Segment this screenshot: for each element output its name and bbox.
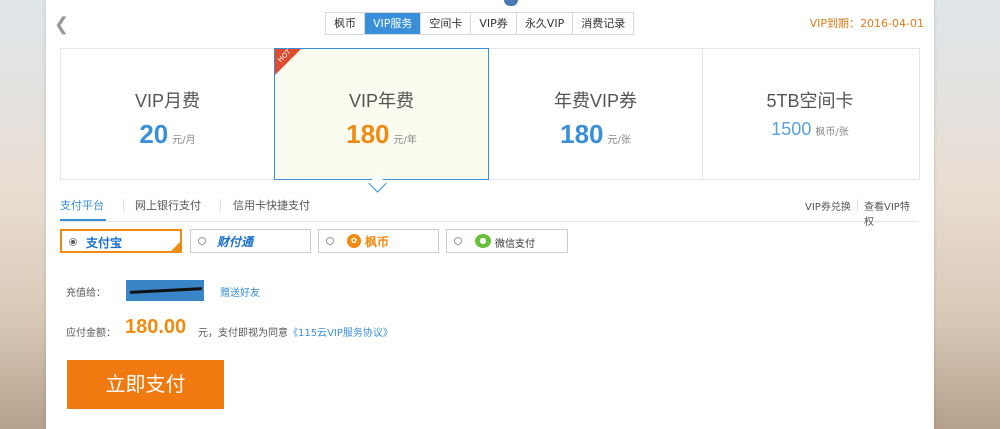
amount-value: 180.00 <box>125 316 187 338</box>
pay-now-button[interactable]: 立即支付 <box>67 360 224 409</box>
vip-expire-info: VIP到期：2016-04-01 <box>810 15 924 31</box>
maple-leaf-icon: ✿ <box>347 234 361 248</box>
product-name: VIP年费 <box>348 91 414 111</box>
tab-maple-coin[interactable]: 枫币 <box>326 13 365 34</box>
method-alipay[interactable]: 支付宝 <box>60 229 182 253</box>
amount-suffix: 元，支付即视为同意 <box>198 328 288 339</box>
radio-button[interactable] <box>69 238 77 246</box>
product-price: 180 <box>560 119 604 149</box>
amount-note: 元，支付即视为同意《115云VIP服务协议》 <box>198 324 393 339</box>
product-name: 年费VIP券 <box>553 91 637 111</box>
selected-corner-icon <box>171 242 180 251</box>
method-tenpay[interactable]: 财付通 <box>190 229 311 253</box>
product-unit: 元/年 <box>393 135 417 146</box>
wechat-icon: ● <box>475 234 491 248</box>
tenpay-logo: 财付通 <box>217 235 254 249</box>
product-vip-yearly[interactable]: HOT VIP年费 180 元/年 <box>274 48 489 180</box>
alipay-logo: 支付宝 <box>86 236 123 250</box>
tab-credit-card[interactable]: 信用卡快捷支付 <box>233 197 310 213</box>
watermark-url: jingyan.baidu.com <box>766 390 855 402</box>
divider <box>857 199 858 211</box>
product-price: 1500 <box>771 119 812 139</box>
tab-vip-coupon[interactable]: VIP券 <box>471 13 517 34</box>
tab-space-card[interactable]: 空间卡 <box>421 13 472 34</box>
active-tab-underline <box>60 219 106 221</box>
product-unit: 元/张 <box>607 135 631 146</box>
recharge-label: 充值给： <box>66 288 106 299</box>
product-5tb-space-card[interactable]: 5TB空间卡 1500 枫币/张 <box>703 49 917 179</box>
maple-coin-label: 枫币 <box>365 235 390 249</box>
product-price: 180 <box>346 119 390 149</box>
product-vip-monthly[interactable]: VIP月费 20 元/月 <box>61 49 275 179</box>
product-price: 20 <box>139 119 169 149</box>
redaction-mark <box>129 287 203 294</box>
vip-expire-prefix: VIP到期： <box>809 17 861 30</box>
radio-button[interactable] <box>198 237 206 245</box>
divider <box>123 199 124 211</box>
amount-label: 应付金额： <box>66 328 116 339</box>
method-wechat-pay[interactable]: ● 微信支付 <box>446 229 568 253</box>
vip-coupon-redeem-link[interactable]: VIP券兑换 <box>805 198 851 213</box>
vip-expire-date: 2016-04-01 <box>860 17 924 30</box>
top-tabs: 枫币 VIP服务 空间卡 VIP券 永久VIP 消费记录 <box>325 12 635 35</box>
tab-consumption-record[interactable]: 消费记录 <box>573 13 633 34</box>
divider <box>220 199 221 211</box>
radio-button[interactable] <box>454 237 462 245</box>
product-name: VIP月费 <box>134 91 200 111</box>
gift-to-friend-link[interactable]: 赠送好友 <box>220 284 260 299</box>
product-unit: 元/月 <box>172 135 196 146</box>
tab-vip-service[interactable]: VIP服务 <box>365 13 422 34</box>
payment-tabs: 支付平台 网上银行支付 信用卡快捷支付 VIP券兑换 查看VIP特权 <box>60 197 918 228</box>
tab-permanent-vip[interactable]: 永久VIP <box>517 13 574 34</box>
tab-payment-platform[interactable]: 支付平台 <box>60 197 104 213</box>
service-agreement-link[interactable]: 《115云VIP服务协议》 <box>288 328 393 339</box>
tab-online-banking[interactable]: 网上银行支付 <box>135 197 201 213</box>
method-maple-coin[interactable]: ✿ 枫币 <box>318 229 439 253</box>
view-vip-privileges-link[interactable]: 查看VIP特权 <box>864 198 918 228</box>
radio-button[interactable] <box>326 237 334 245</box>
recipient-account-redacted[interactable] <box>126 280 204 301</box>
product-list: VIP月费 20 元/月 HOT VIP年费 180 元/年 年费VIP券 180 元… <box>60 48 920 180</box>
back-arrow-icon[interactable]: ❮ <box>54 14 69 35</box>
product-unit: 枫币/张 <box>815 127 849 138</box>
wechat-pay-label: 微信支付 <box>495 239 535 250</box>
product-name: 5TB空间卡 <box>766 91 854 111</box>
mascot-icon <box>504 0 518 6</box>
product-yearly-vip-coupon[interactable]: 年费VIP券 180 元/张 <box>489 49 703 179</box>
